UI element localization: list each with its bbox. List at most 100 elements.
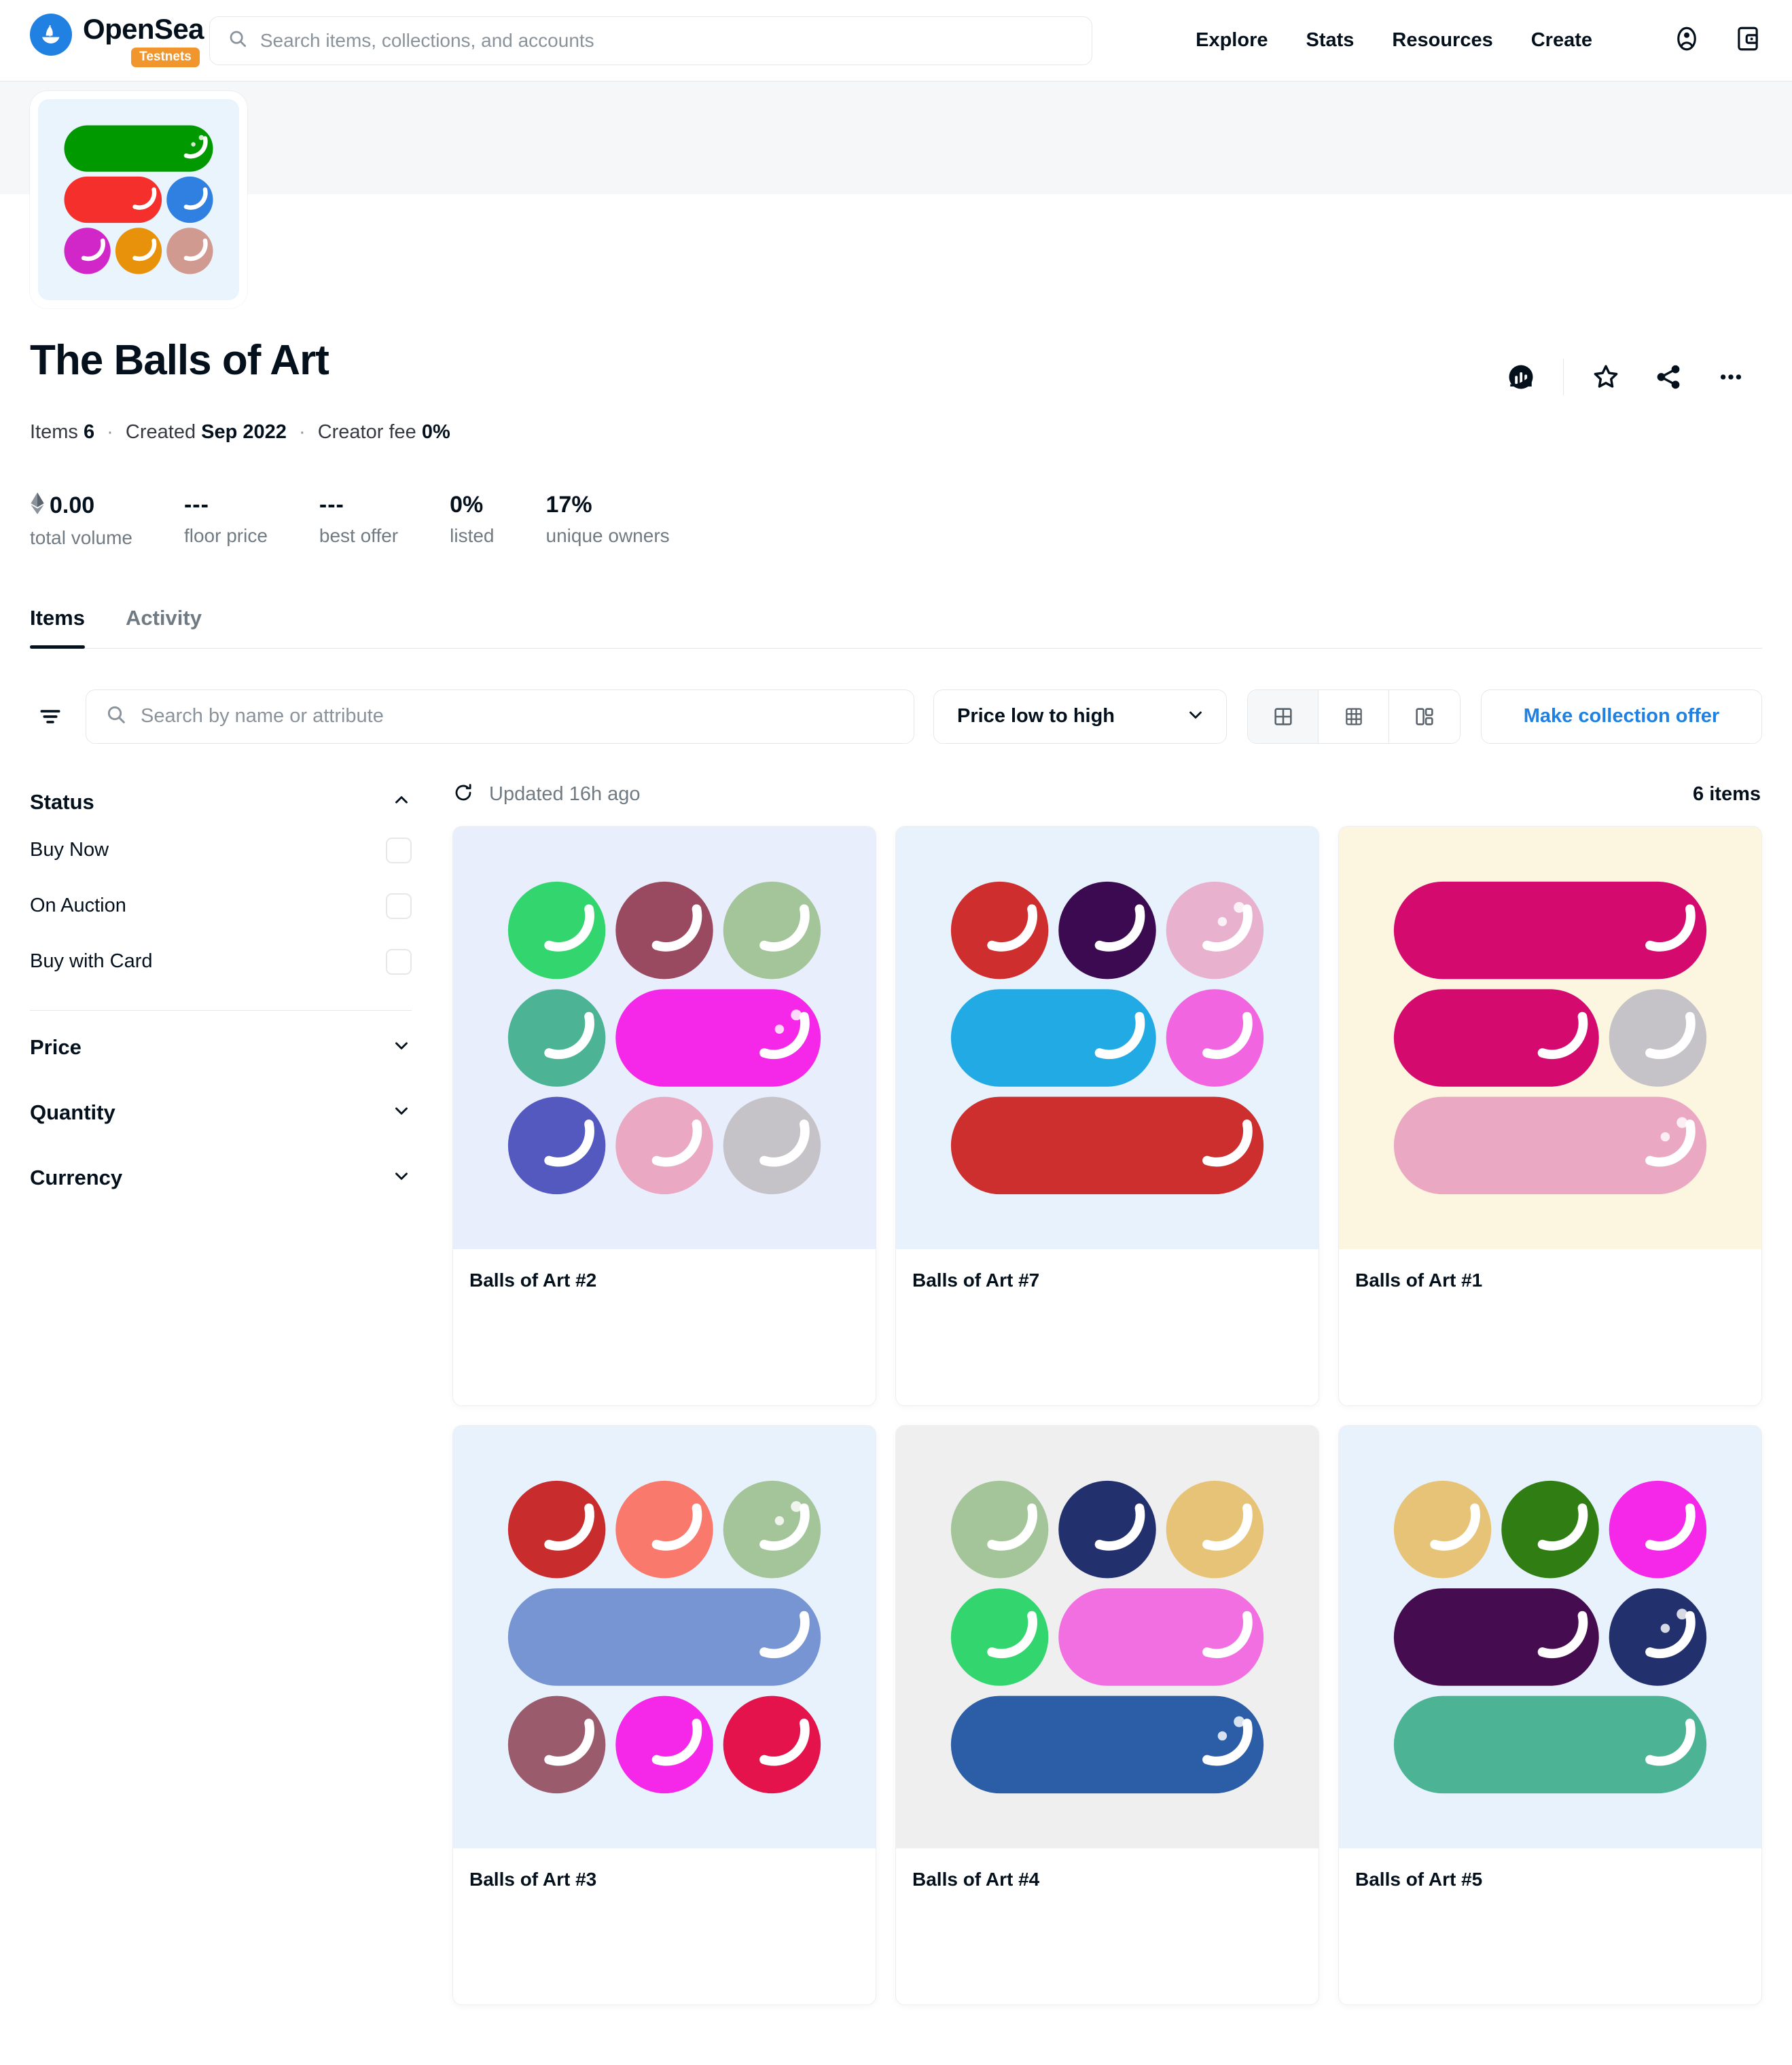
opensea-logo-brand[interactable]: OpenSea Testnets xyxy=(30,12,204,68)
filter-group-currency[interactable]: Currency xyxy=(30,1145,412,1210)
nav-link-explore[interactable]: Explore xyxy=(1196,29,1268,52)
global-search-box[interactable] xyxy=(209,16,1092,65)
share-icon[interactable] xyxy=(1637,355,1700,399)
chevron-down-icon xyxy=(391,1100,412,1124)
collection-header: The Balls of Art Items 6 · Created Sep 2… xyxy=(0,91,1792,549)
nft-artwork xyxy=(453,1425,876,1848)
collection-title: The Balls of Art xyxy=(30,337,329,384)
nft-artwork xyxy=(1339,826,1761,1249)
items-toolbar: Price low to high xyxy=(0,689,1792,744)
list-view-button[interactable] xyxy=(1389,689,1460,743)
nav-link-stats[interactable]: Stats xyxy=(1306,29,1354,52)
nav-link-resources[interactable]: Resources xyxy=(1392,29,1492,52)
filter-group-price[interactable]: Price xyxy=(30,1015,412,1080)
stat-listed: 0% listed xyxy=(450,492,494,549)
collection-meta-line: Items 6 · Created Sep 2022 · Creator fee… xyxy=(30,418,1762,446)
nft-card[interactable]: Balls of Art #1 xyxy=(1338,825,1762,1406)
account-icon[interactable] xyxy=(1672,24,1701,56)
filter-option-on-auction[interactable]: On Auction xyxy=(30,878,412,934)
filter-icon[interactable] xyxy=(30,696,71,738)
refresh-icon[interactable] xyxy=(452,782,474,807)
nft-card[interactable]: Balls of Art #4 xyxy=(895,1424,1319,2005)
brand-name-label: OpenSea xyxy=(83,12,204,45)
meta-separator-2: · xyxy=(298,421,306,443)
more-icon[interactable] xyxy=(1700,355,1762,399)
nft-artwork xyxy=(896,826,1319,1249)
nav-link-create[interactable]: Create xyxy=(1531,29,1592,52)
nft-artwork xyxy=(453,826,876,1249)
chevron-down-icon xyxy=(391,1166,412,1189)
item-search-input[interactable] xyxy=(141,705,895,728)
wallet-icon[interactable] xyxy=(1734,24,1762,56)
items-count-label: 6 items xyxy=(1693,783,1761,805)
collection-avatar-artwork xyxy=(38,99,239,300)
nft-info: Balls of Art #5 xyxy=(1339,1848,1761,2005)
sort-dropdown[interactable]: Price low to high xyxy=(933,689,1227,744)
star-icon[interactable] xyxy=(1575,355,1637,399)
results-header: Updated 16h ago 6 items xyxy=(452,782,1762,807)
view-mode-group xyxy=(1247,689,1461,744)
nft-card[interactable]: Balls of Art #2 xyxy=(452,825,876,1406)
creator-fee-label: Creator fee xyxy=(317,421,416,443)
nft-card[interactable]: Balls of Art #7 xyxy=(895,825,1319,1406)
filter-option-buy-with-card[interactable]: Buy with Card xyxy=(30,934,412,990)
collection-action-buttons xyxy=(1490,338,1762,399)
ethereum-icon xyxy=(30,492,45,520)
tab-activity[interactable]: Activity xyxy=(126,606,202,648)
stat-value: 17% xyxy=(545,491,592,518)
checkbox[interactable] xyxy=(386,948,412,975)
filter-group-title: Currency xyxy=(30,1165,123,1189)
nft-info: Balls of Art #7 xyxy=(896,1249,1319,1405)
nft-card[interactable]: Balls of Art #5 xyxy=(1338,1424,1762,2005)
filter-option-buy-now[interactable]: Buy Now xyxy=(30,823,412,878)
stat-best-offer: --- best offer xyxy=(319,492,398,549)
nft-name: Balls of Art #4 xyxy=(912,1868,1040,1890)
collection-avatar[interactable] xyxy=(30,91,247,308)
updated-timestamp: Updated 16h ago xyxy=(489,783,641,805)
items-value: 6 xyxy=(83,421,95,443)
created-label: Created xyxy=(125,421,196,443)
nft-info: Balls of Art #2 xyxy=(453,1249,876,1405)
items-content: Updated 16h ago 6 items Balls of Art #2 B… xyxy=(452,782,1762,2005)
make-collection-offer-button[interactable]: Make collection offer xyxy=(1481,689,1762,744)
opensea-ship-logo-icon xyxy=(30,13,72,56)
chevron-down-icon xyxy=(1185,704,1206,728)
nft-artwork xyxy=(1339,1425,1761,1848)
collection-stats-row: 0.00 total volume --- floor price --- best of… xyxy=(30,492,1762,549)
filter-option-label: Buy with Card xyxy=(30,950,153,973)
meta-separator: · xyxy=(107,421,113,443)
stat-floor-price: --- floor price xyxy=(184,492,268,549)
testnets-badge: Testnets xyxy=(131,48,200,68)
stat-label: total volume xyxy=(30,526,132,548)
sidebar-divider xyxy=(30,1009,412,1011)
checkbox[interactable] xyxy=(386,837,412,863)
filter-group-status[interactable]: Status xyxy=(30,782,412,823)
filter-group-title: Status xyxy=(30,789,94,814)
nft-card[interactable]: Balls of Art #3 xyxy=(452,1424,876,2005)
stat-value: 0% xyxy=(450,491,484,518)
global-search-input[interactable] xyxy=(259,29,1074,52)
chart-icon[interactable] xyxy=(1490,355,1552,399)
filter-group-title: Quantity xyxy=(30,1100,115,1124)
collection-banner xyxy=(0,82,1792,194)
filter-group-quantity[interactable]: Quantity xyxy=(30,1080,412,1145)
item-search-box[interactable] xyxy=(86,689,914,744)
tab-items[interactable]: Items xyxy=(30,606,85,649)
stat-label: unique owners xyxy=(545,524,670,546)
search-icon xyxy=(105,704,127,729)
stat-label: listed xyxy=(450,524,495,546)
items-label: Items xyxy=(30,421,78,443)
grid-small-view-button[interactable] xyxy=(1319,689,1389,743)
collection-tabs: Items Activity xyxy=(30,606,1762,649)
chevron-down-icon xyxy=(391,1035,412,1059)
stat-value: --- xyxy=(183,491,209,518)
nft-name: Balls of Art #3 xyxy=(469,1868,597,1890)
grid-large-view-button[interactable] xyxy=(1248,689,1319,743)
filter-option-label: On Auction xyxy=(30,895,126,917)
nft-info: Balls of Art #3 xyxy=(453,1848,876,2005)
nft-grid: Balls of Art #2 Balls of Art #7 Balls of A… xyxy=(452,825,1762,2005)
nft-info: Balls of Art #1 xyxy=(1339,1249,1761,1405)
checkbox[interactable] xyxy=(386,893,412,919)
created-value: Sep 2022 xyxy=(201,421,287,443)
items-body: Status Buy Now On Auction Buy with Card Pric… xyxy=(0,782,1792,2005)
